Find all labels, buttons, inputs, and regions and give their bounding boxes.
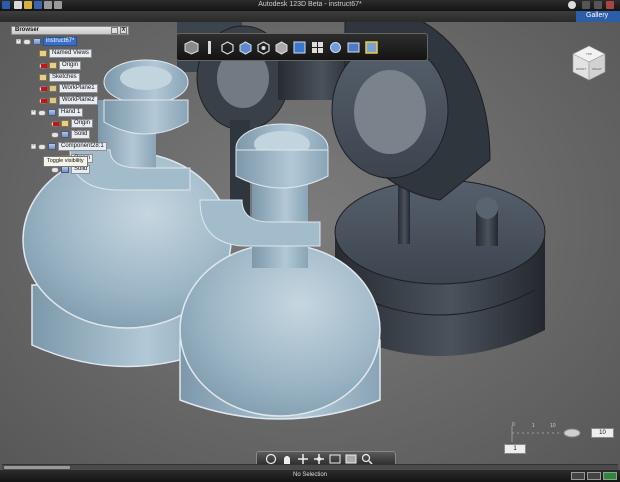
workplane-icon: [49, 97, 57, 104]
grid-size-field[interactable]: 10: [591, 428, 614, 438]
view-toolbar: [176, 33, 428, 61]
gallery-button[interactable]: Gallery: [576, 11, 620, 22]
viewcube-front-label: FRONT: [576, 67, 586, 71]
workplane-icon: [49, 85, 57, 92]
perspective-icon[interactable]: [273, 39, 290, 56]
collapse-toggle[interactable]: -: [31, 110, 36, 115]
tree-node-label[interactable]: Sketches: [49, 73, 80, 82]
window-title: Autodesk 123D Beta - instruct67*: [258, 1, 362, 8]
eye-off-icon[interactable]: [39, 62, 47, 69]
home-view-icon[interactable]: [183, 39, 200, 56]
grid-tick-label: 10: [550, 423, 556, 429]
component-icon: [33, 38, 41, 45]
tree-node-label[interactable]: Hand 1: [58, 108, 84, 117]
folder-icon: [61, 120, 69, 127]
maximize-button[interactable]: [594, 1, 602, 9]
component-icon: [48, 109, 56, 116]
tree-node-hand[interactable]: - Hand 1: [31, 108, 84, 117]
snap-grid-icon[interactable]: [571, 472, 585, 480]
grid-tick-label: 0: [512, 422, 515, 428]
tree-node-label[interactable]: Named Views: [49, 49, 92, 58]
tree-node-named-views[interactable]: Named Views: [39, 49, 92, 58]
help-icon[interactable]: [568, 1, 576, 9]
monitor-icon[interactable]: [603, 472, 617, 480]
3d-snap-icon[interactable]: [345, 39, 362, 56]
snap-size-field[interactable]: 1: [504, 444, 526, 454]
tree-node-hand-solid[interactable]: Solid: [51, 130, 91, 139]
tree-node-label[interactable]: WorkPlane1: [59, 84, 98, 93]
look-at-icon[interactable]: [201, 39, 218, 56]
shaded-view-icon[interactable]: [291, 39, 308, 56]
tree-node-label[interactable]: Solid: [71, 130, 91, 139]
app-window: Autodesk 123D Beta - instruct67* Gallery: [0, 0, 620, 482]
visual-style-icon[interactable]: [327, 39, 344, 56]
tree-node-hand-origin[interactable]: Origin: [51, 119, 94, 128]
eye-icon[interactable]: [38, 143, 46, 150]
gallery-bar: Gallery: [0, 11, 620, 22]
eye-off-icon[interactable]: [51, 120, 59, 127]
tree-node-label[interactable]: Origin: [59, 61, 82, 70]
status-tools: [571, 472, 617, 480]
tree-node-workplane1[interactable]: WorkPlane1: [39, 84, 98, 93]
eye-icon[interactable]: [23, 38, 31, 45]
grid-tick-label: 1: [532, 423, 535, 429]
tree-node-sketches[interactable]: Sketches: [39, 73, 80, 82]
gallery-label: Gallery: [586, 12, 609, 19]
tooltip: Toggle visibility: [43, 156, 88, 167]
pin-icon[interactable]: [111, 27, 118, 34]
viewcube-right-label: RIGHT: [592, 67, 602, 71]
collapse-toggle[interactable]: -: [16, 39, 21, 44]
solid-icon: [61, 166, 69, 173]
folder-icon: [39, 74, 47, 81]
solid-icon: [61, 131, 69, 138]
component-icon: [48, 143, 56, 150]
eye-off-icon[interactable]: [39, 97, 47, 104]
tree-node-label[interactable]: WorkPlane2: [59, 96, 98, 105]
browser-header: Browser X: [11, 26, 129, 35]
multi-view-icon[interactable]: [309, 39, 326, 56]
eye-off-icon[interactable]: [39, 85, 47, 92]
collapse-toggle[interactable]: -: [31, 144, 36, 149]
tree-node-label[interactable]: Component28:1: [58, 142, 107, 151]
eye-icon[interactable]: [51, 166, 59, 173]
view-cube[interactable]: TOP FRONT RIGHT: [569, 43, 609, 83]
tree-node-label[interactable]: instruct67*: [43, 37, 78, 46]
tree-node-root[interactable]: - instruct67*: [16, 37, 78, 46]
isometric-view-icon[interactable]: [219, 39, 236, 56]
tree-node-origin[interactable]: Origin: [39, 61, 82, 70]
grid-controls: 0 1 10 10 1: [504, 420, 616, 456]
status-bar: No Selection: [0, 470, 620, 482]
folder-icon: [39, 50, 47, 57]
top-view-icon[interactable]: [237, 39, 254, 56]
eye-icon[interactable]: [51, 131, 59, 138]
folder-icon: [49, 62, 57, 69]
front-view-icon[interactable]: [255, 39, 272, 56]
close-browser-button[interactable]: X: [120, 27, 127, 34]
light-part-right[interactable]: [179, 123, 381, 420]
minimize-button[interactable]: [582, 1, 590, 9]
viewcube-top-label: TOP: [586, 52, 592, 56]
scrollbar-thumb[interactable]: [4, 466, 70, 469]
grid-toggle-icon[interactable]: [363, 39, 380, 56]
browser-panel: Browser X - instruct67* Named Views Orig…: [11, 26, 129, 206]
close-button[interactable]: [606, 1, 614, 9]
title-bar: Autodesk 123D Beta - instruct67*: [0, 0, 620, 11]
tree-node-label[interactable]: Origin: [71, 119, 94, 128]
tree-node-workplane2[interactable]: WorkPlane2: [39, 96, 98, 105]
eye-icon[interactable]: [38, 109, 46, 116]
status-message: No Selection: [292, 472, 328, 478]
tree-node-component28[interactable]: - Component28:1: [31, 142, 107, 151]
browser-title: Browser: [15, 27, 40, 33]
snap-toggle-icon[interactable]: [587, 472, 601, 480]
